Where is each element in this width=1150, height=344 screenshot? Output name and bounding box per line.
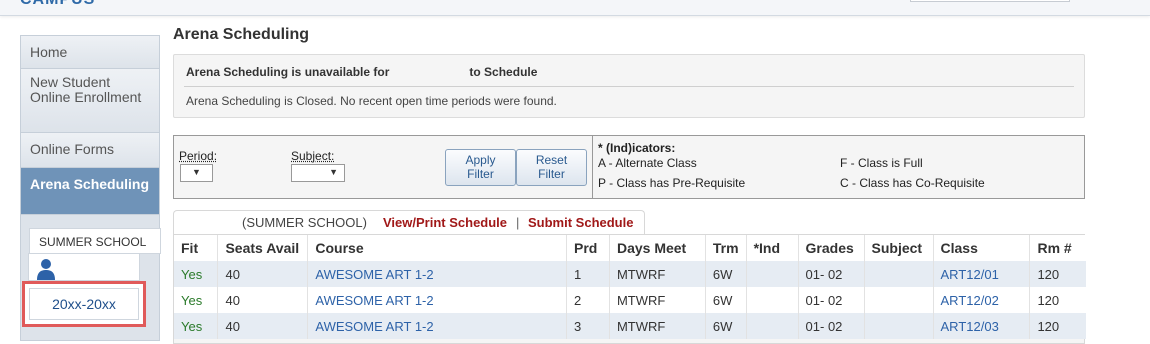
- notice-message: Arena Scheduling is Closed. No recent op…: [186, 94, 557, 108]
- cell-grades: 01- 02: [797, 287, 865, 313]
- cell-days-meet: MTWRF: [608, 313, 706, 339]
- cell-room: 120: [1029, 287, 1086, 313]
- sidebar-item-new-student-online-enrollment[interactable]: New Student Online Enrollment: [21, 69, 159, 133]
- table-row: Yes 40 AWESOME ART 1-2 3 MTWRF 6W 01- 02…: [174, 313, 1086, 339]
- cell-days-meet: MTWRF: [608, 287, 706, 313]
- subject-label: Subject:: [291, 149, 335, 163]
- schedule-tab: (SUMMER SCHOOL) View/Print Schedule | Su…: [173, 210, 645, 235]
- course-link[interactable]: AWESOME ART 1-2: [307, 287, 567, 313]
- notice-title-right: to Schedule: [469, 65, 538, 79]
- notice-divider: [184, 86, 1074, 87]
- top-header: CAMPUS: [0, 0, 1150, 16]
- cell-seats-avail: 40: [217, 261, 308, 287]
- filter-bar: Period: ▼ Subject: ▼ Apply Filter Reset …: [173, 135, 1085, 199]
- cell-fit: Yes: [174, 287, 218, 313]
- tab-school-name: (SUMMER SCHOOL): [242, 215, 367, 230]
- header-grades[interactable]: Grades: [797, 235, 865, 261]
- cell-room: 120: [1029, 261, 1086, 287]
- page-title: Arena Scheduling: [173, 26, 310, 43]
- period-select[interactable]: ▼: [180, 164, 213, 182]
- cell-seats-avail: 40: [217, 287, 308, 313]
- user-icon: [37, 259, 55, 280]
- cell-ind: [745, 313, 799, 339]
- school-selector-label[interactable]: SUMMER SCHOOL: [29, 228, 161, 254]
- table-row: Yes 40 AWESOME ART 1-2 2 MTWRF 6W 01- 02…: [174, 287, 1086, 313]
- user-menu[interactable]: [28, 253, 140, 281]
- header-course[interactable]: Course: [307, 235, 567, 261]
- cell-subject: [863, 261, 934, 287]
- reset-filter-label-1: Reset: [535, 153, 568, 167]
- tab-separator: |: [516, 215, 520, 230]
- indicator-alternate: A - Alternate Class: [598, 156, 697, 170]
- table-row: Yes 40 AWESOME ART 1-2 1 MTWRF 6W 01- 02…: [174, 261, 1086, 287]
- scheduling-notice: Arena Scheduling is unavailable for to Sc…: [173, 54, 1085, 118]
- cell-prd: 2: [565, 287, 610, 313]
- course-link[interactable]: AWESOME ART 1-2: [307, 313, 567, 339]
- apply-filter-label-1: Apply: [465, 153, 496, 167]
- table-header-row: Fit Seats Avail Course Prd Days Meet Trm…: [174, 235, 1086, 261]
- header-subject[interactable]: Subject: [863, 235, 934, 261]
- cell-fit: Yes: [174, 313, 218, 339]
- header-days-meet[interactable]: Days Meet: [608, 235, 706, 261]
- chevron-down-icon: ▼: [192, 167, 201, 177]
- view-print-schedule-link[interactable]: View/Print Schedule: [383, 215, 507, 230]
- app-logo: CAMPUS: [20, 0, 95, 9]
- reset-filter-label-2: Filter: [538, 167, 565, 181]
- cell-grades: 01- 02: [797, 261, 865, 287]
- header-trm[interactable]: Trm: [704, 235, 747, 261]
- cell-subject: [863, 313, 934, 339]
- notice-title: Arena Scheduling is unavailable for to Sc…: [186, 65, 537, 79]
- course-table-container: Fit Seats Avail Course Prd Days Meet Trm…: [173, 234, 1086, 344]
- header-prd[interactable]: Prd: [565, 235, 610, 261]
- header-fit[interactable]: Fit: [174, 235, 218, 261]
- course-table: Fit Seats Avail Course Prd Days Meet Trm…: [174, 235, 1086, 339]
- cell-subject: [863, 287, 934, 313]
- period-label: Period:: [179, 149, 218, 163]
- class-link[interactable]: ART12/03: [932, 313, 1030, 339]
- header-seats-avail[interactable]: Seats Avail: [217, 235, 308, 261]
- cell-trm: 6W: [704, 313, 747, 339]
- header-ind[interactable]: *Ind: [745, 235, 799, 261]
- cell-ind: [745, 261, 799, 287]
- sidebar-item-home[interactable]: Home: [21, 36, 159, 69]
- search-input[interactable]: [910, 0, 1070, 2]
- cell-trm: 6W: [704, 287, 747, 313]
- header-room[interactable]: Rm #: [1029, 235, 1086, 261]
- year-selector[interactable]: 20xx-20xx: [29, 288, 139, 320]
- apply-filter-label-2: Filter: [467, 167, 494, 181]
- header-class[interactable]: Class: [932, 235, 1030, 261]
- cell-seats-avail: 40: [217, 313, 308, 339]
- year-selector-highlight: 20xx-20xx: [22, 281, 146, 327]
- cell-fit: Yes: [174, 261, 218, 287]
- apply-filter-button[interactable]: Apply Filter: [445, 149, 516, 186]
- notice-title-left: Arena Scheduling is unavailable for: [186, 65, 390, 79]
- cell-trm: 6W: [704, 261, 747, 287]
- cell-ind: [745, 287, 799, 313]
- indicators-title: * (Ind)icators:: [598, 141, 676, 155]
- cell-prd: 1: [565, 261, 610, 287]
- sidebar-item-online-forms[interactable]: Online Forms: [21, 133, 159, 168]
- cell-grades: 01- 02: [797, 313, 865, 339]
- cell-room: 120: [1029, 313, 1086, 339]
- cell-days-meet: MTWRF: [608, 261, 706, 287]
- indicator-corequisite: C - Class has Co-Requisite: [840, 176, 985, 190]
- reset-filter-button[interactable]: Reset Filter: [516, 149, 587, 186]
- indicator-full: F - Class is Full: [840, 156, 923, 170]
- class-link[interactable]: ART12/01: [932, 261, 1030, 287]
- sidebar-item-arena-scheduling[interactable]: Arena Scheduling: [21, 168, 159, 215]
- cell-prd: 3: [565, 313, 610, 339]
- subject-select[interactable]: ▼: [291, 164, 345, 182]
- chevron-down-icon: ▼: [329, 167, 338, 177]
- submit-schedule-link[interactable]: Submit Schedule: [528, 215, 633, 230]
- course-link[interactable]: AWESOME ART 1-2: [307, 261, 567, 287]
- indicator-prerequisite: P - Class has Pre-Requisite: [598, 176, 746, 190]
- class-link[interactable]: ART12/02: [932, 287, 1030, 313]
- filter-divider: [592, 136, 593, 198]
